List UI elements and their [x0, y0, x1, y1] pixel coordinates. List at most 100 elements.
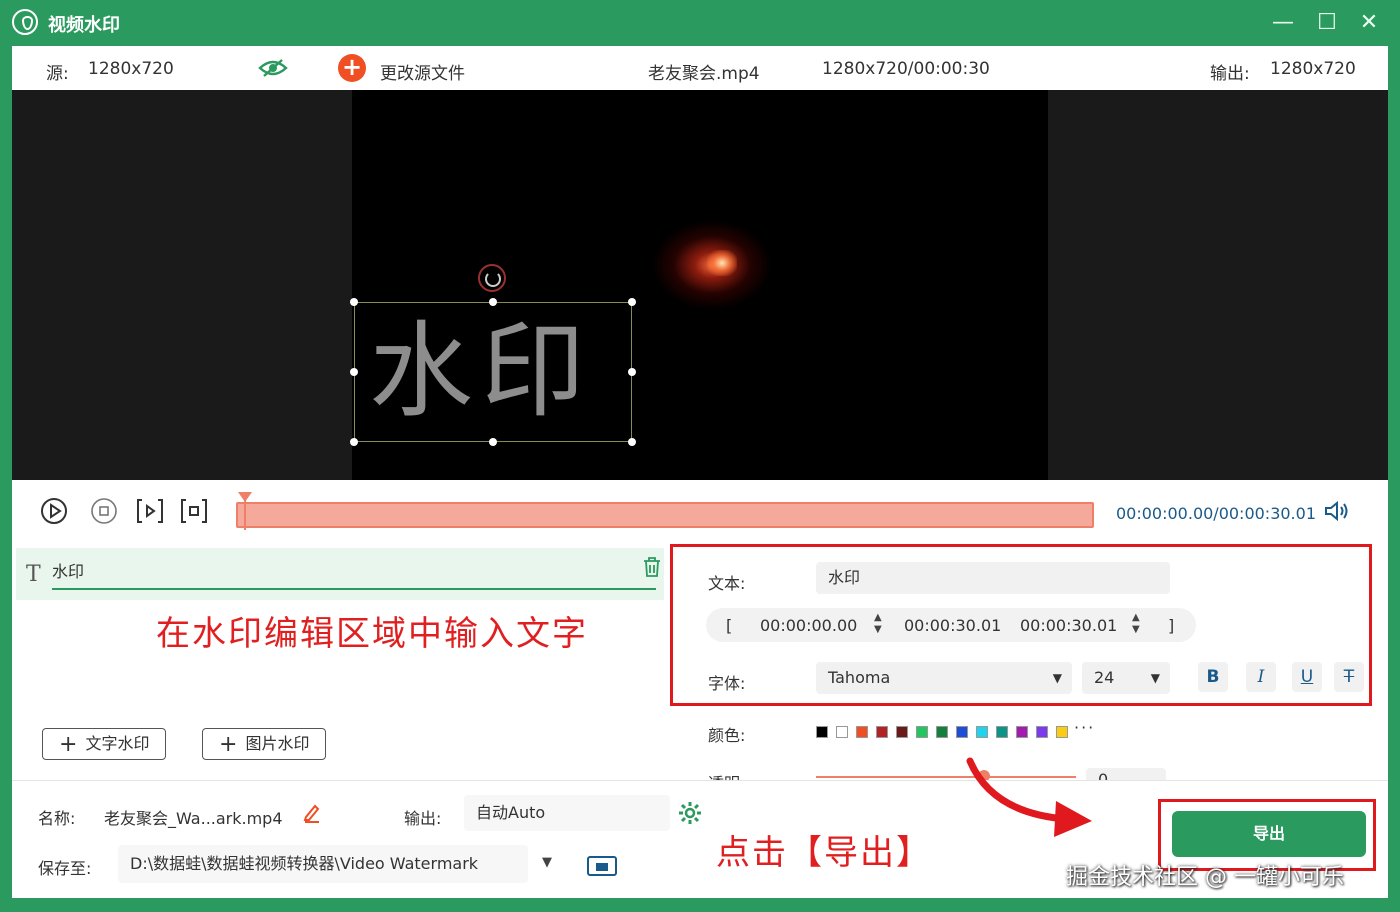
end-time-input[interactable]: 00:00:30.01 — [904, 616, 1001, 635]
font-size-select[interactable]: 24 ▼ — [1082, 662, 1170, 694]
resize-handle-l[interactable] — [350, 368, 358, 376]
close-button[interactable]: ✕ — [1354, 8, 1384, 38]
name-label: 名称: — [38, 809, 76, 828]
plus-icon: + — [59, 732, 78, 757]
font-label: 字体: — [708, 674, 746, 693]
plus-icon: + — [219, 732, 238, 757]
color-swatch[interactable] — [916, 726, 928, 738]
stop-icon[interactable] — [90, 497, 118, 525]
resize-handle-bl[interactable] — [350, 438, 358, 446]
output-format-select[interactable]: 自动Auto — [464, 795, 670, 831]
output-filename: 老友聚会_Wa...ark.mp4 — [104, 809, 283, 828]
color-swatch[interactable] — [816, 726, 828, 738]
chevron-down-icon: ▼ — [1052, 671, 1062, 685]
app-logo-icon — [12, 9, 38, 35]
trash-icon[interactable] — [642, 556, 662, 578]
color-swatch[interactable] — [936, 726, 948, 738]
resize-handle-t[interactable] — [489, 298, 497, 306]
source-info-bar: 源: 1280x720 + 更改源文件 老友聚会.mp4 1280x720/00… — [12, 46, 1388, 90]
source-label: 源: — [46, 64, 69, 84]
gear-icon[interactable] — [678, 801, 702, 825]
resize-handle-r[interactable] — [628, 368, 636, 376]
layer-underline — [52, 588, 656, 590]
edit-hint-annotation: 在水印编辑区域中输入文字 — [156, 614, 588, 654]
color-swatch[interactable] — [1016, 726, 1028, 738]
video-preview-area: 水印 — [12, 90, 1388, 480]
set-end-icon[interactable] — [180, 497, 208, 525]
bracket-start-button[interactable]: [ — [726, 616, 732, 635]
watermark-properties-panel: 文本: 水印 [ 00:00:00.00 ▲ ▼ 00:00:30.01 00:0… — [668, 542, 1388, 780]
volume-icon[interactable] — [1324, 500, 1350, 522]
watermark-layer-panel: T 水印 在水印编辑区域中输入文字 + 文字水印 + 图片水印 — [12, 542, 668, 780]
font-size-value: 24 — [1094, 668, 1115, 687]
save-to-label: 保存至: — [38, 859, 92, 878]
font-family-value: Tahoma — [828, 668, 891, 687]
folder-icon[interactable] — [586, 853, 618, 877]
start-time-stepper[interactable]: ▲ ▼ — [874, 612, 882, 636]
resize-handle-b[interactable] — [489, 438, 497, 446]
layer-item[interactable]: T 水印 — [16, 548, 664, 600]
add-image-watermark-label: 图片水印 — [245, 734, 310, 753]
source-filename: 老友聚会.mp4 — [648, 64, 760, 84]
source-file-info: 1280x720/00:00:30 — [822, 59, 990, 79]
more-colors-button[interactable]: ··· — [1074, 718, 1095, 737]
text-type-icon: T — [26, 562, 41, 587]
opacity-label: 透明: — [708, 770, 745, 780]
underline-button[interactable]: U — [1292, 662, 1322, 692]
firework-core — [707, 250, 737, 276]
watermark-preview-text[interactable]: 水印 — [369, 311, 593, 431]
color-swatch[interactable] — [1056, 726, 1068, 738]
duration-input[interactable]: 00:00:30.01 — [1020, 616, 1117, 635]
change-source-button[interactable]: 更改源文件 — [380, 59, 465, 84]
pointer-arrow-icon — [966, 757, 1092, 837]
add-image-watermark-button[interactable]: + 图片水印 — [202, 728, 327, 760]
output-resolution: 1280x720 — [1270, 59, 1356, 79]
maximize-button[interactable]: ☐ — [1312, 8, 1342, 38]
minimize-button[interactable]: — — [1268, 8, 1298, 38]
color-swatch[interactable] — [856, 726, 868, 738]
bracket-end-button[interactable]: ] — [1168, 616, 1174, 635]
output-format-label: 输出: — [404, 809, 442, 828]
set-start-icon[interactable] — [136, 497, 164, 525]
color-swatch[interactable] — [876, 726, 888, 738]
play-icon[interactable] — [40, 497, 68, 525]
text-input[interactable]: 水印 — [816, 562, 1170, 594]
color-swatch[interactable] — [976, 726, 988, 738]
change-source-plus-icon[interactable]: + — [338, 54, 366, 82]
color-swatch[interactable] — [1036, 726, 1048, 738]
chevron-down-icon[interactable]: ▼ — [542, 855, 552, 870]
time-readout: 00:00:00.00/00:00:30.01 — [1116, 504, 1316, 523]
eye-visibility-icon[interactable] — [258, 58, 288, 78]
italic-button[interactable]: I — [1246, 662, 1276, 692]
color-swatch[interactable] — [956, 726, 968, 738]
layer-name[interactable]: 水印 — [52, 558, 84, 582]
watermark-selection-box[interactable]: 水印 — [354, 302, 632, 442]
add-text-watermark-label: 文字水印 — [85, 734, 150, 753]
color-swatch[interactable] — [896, 726, 908, 738]
chevron-down-icon: ▼ — [1150, 671, 1160, 685]
watermark-credit: 掘金技术社区 @ 一罐小可乐 — [1066, 865, 1344, 890]
resize-handle-tr[interactable] — [628, 298, 636, 306]
strikethrough-button[interactable]: T — [1334, 662, 1364, 692]
bold-button[interactable]: B — [1198, 662, 1228, 692]
duration-stepper[interactable]: ▲ ▼ — [1132, 612, 1140, 636]
add-text-watermark-button[interactable]: + 文字水印 — [42, 728, 167, 760]
title-bar: 视频水印 — ☐ ✕ — [0, 0, 1400, 46]
rotate-handle-icon[interactable] — [478, 264, 506, 292]
save-path-input[interactable]: D:\数据蛙\数据蛙视频转换器\Video Watermark — [118, 845, 528, 883]
time-range-box: [ 00:00:00.00 ▲ ▼ 00:00:30.01 00:00:30.01… — [706, 608, 1196, 642]
playhead-line[interactable] — [244, 500, 246, 530]
timeline-track[interactable] — [236, 502, 1094, 528]
color-swatch[interactable] — [836, 726, 848, 738]
export-button[interactable]: 导出 — [1172, 811, 1366, 857]
font-family-select[interactable]: Tahoma ▼ — [816, 662, 1072, 694]
playback-controls: 00:00:00.00/00:00:30.01 — [12, 480, 1388, 542]
text-label: 文本: — [708, 574, 746, 593]
resize-handle-tl[interactable] — [350, 298, 358, 306]
start-time-input[interactable]: 00:00:00.00 — [760, 616, 857, 635]
app-title: 视频水印 — [48, 15, 120, 36]
resize-handle-br[interactable] — [628, 438, 636, 446]
output-settings-bar: 名称: 老友聚会_Wa...ark.mp4 输出: 自动Auto 保存至: D:… — [12, 757, 1388, 898]
color-swatch[interactable] — [996, 726, 1008, 738]
edit-pencil-icon[interactable] — [302, 803, 322, 823]
